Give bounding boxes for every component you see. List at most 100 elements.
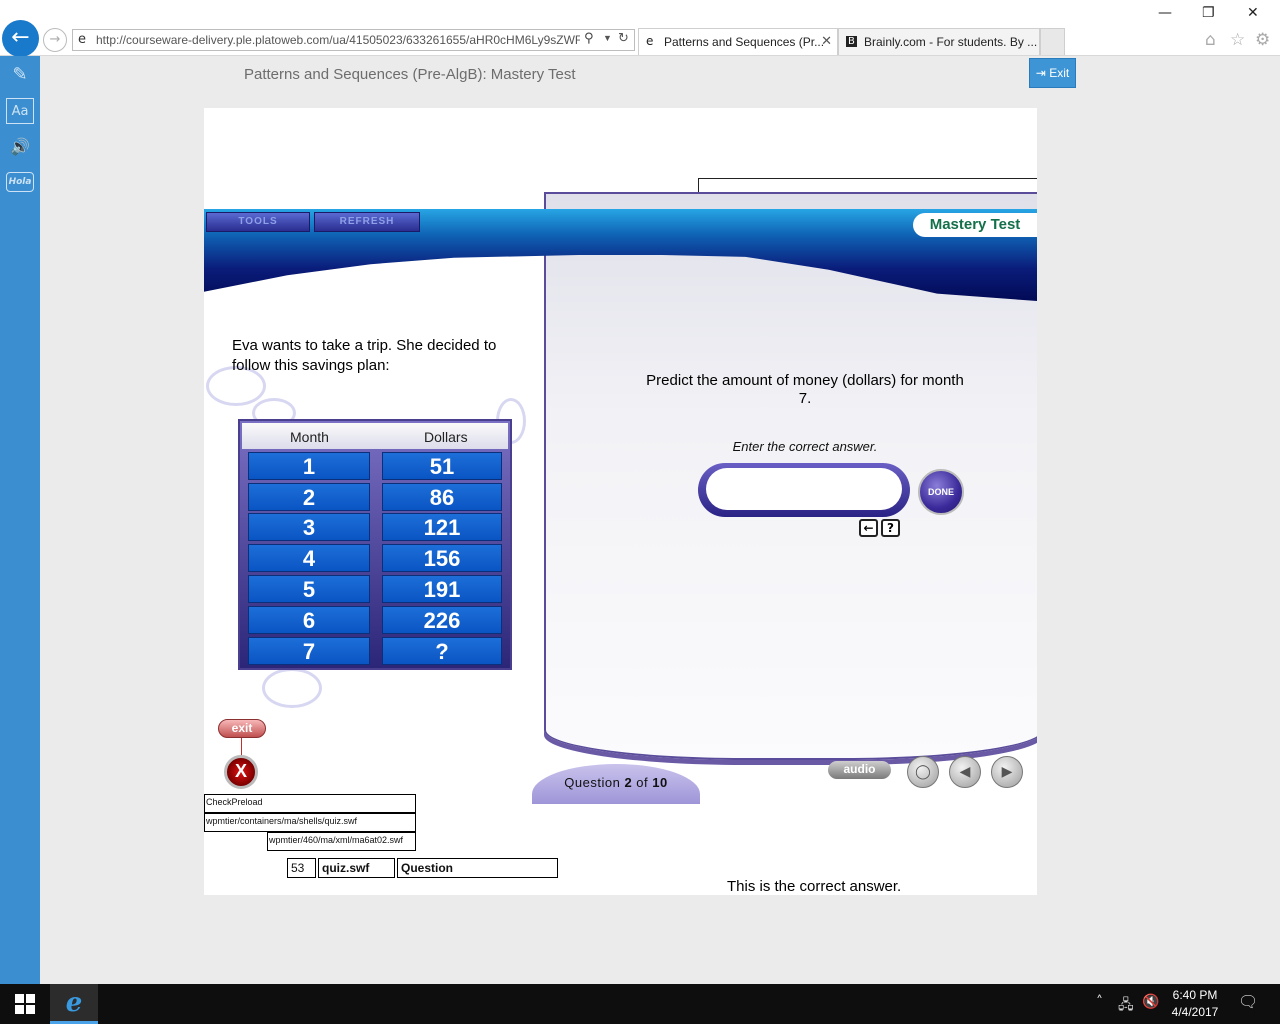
dictionary-icon[interactable]: Aa [6,98,34,124]
brainly-icon: B [846,36,857,47]
month-cell: 6 [248,605,370,634]
refresh-button[interactable]: REFRESH [314,212,420,232]
notifications-icon[interactable]: 🗨 [1238,992,1258,1014]
month-cell: 2 [248,482,370,511]
url-text: http://courseware-delivery.ple.platoweb.… [96,33,580,47]
table-row: 4 156 [244,544,506,573]
close-x-icon[interactable]: X [224,755,258,789]
restore-icon[interactable]: ❐ [1202,5,1215,21]
network-icon[interactable]: 🖧 [1118,994,1134,1018]
gear-icon[interactable]: ⚙ [1255,30,1270,50]
month-cell: 4 [248,544,370,573]
of-word: of [636,775,649,790]
table-row: 5 191 [244,574,506,603]
notes-icon[interactable]: ✎ [6,62,34,88]
page-title: Patterns and Sequences (Pre-AlgB): Maste… [244,66,576,83]
tools-sidebar: ✎ Aa 🔊 Hola [0,56,40,984]
address-bar[interactable]: e http://courseware-delivery.ple.platowe… [72,29,635,51]
tab-label: Brainly.com - For students. By ... [864,35,1038,49]
debug-line: wpmtier/460/ma/xml/ma6at02.swf [267,832,416,851]
title-bar [40,56,1280,93]
close-tab-icon[interactable]: ✕ [821,33,832,49]
month-cell: 7 [248,636,370,665]
audio-play-button[interactable]: ◯ [907,756,939,788]
exit-label: Exit [1049,66,1070,80]
month-cell: 3 [248,513,370,542]
debug-line: wpmtier/containers/ma/shells/quiz.swf [204,813,416,832]
windows-taskbar [0,984,1280,1024]
dollars-cell: 86 [382,482,502,511]
ie-page-icon: e [78,32,86,47]
tab-brainly[interactable]: B Brainly.com - For students. By ... [838,28,1040,55]
volume-muted-icon[interactable]: 🔇 [1142,994,1159,1010]
dollars-cell: 226 [382,605,502,634]
read-aloud-icon[interactable]: 🔊 [6,134,34,160]
forward-button[interactable]: → [43,28,67,52]
debug-number: 53 [287,858,316,878]
answer-input[interactable] [706,468,902,510]
dollars-cell: ? [382,636,502,665]
exit-connector [241,738,242,756]
table-row: 6 226 [244,605,506,634]
tab-patterns-sequences[interactable]: e Patterns and Sequences (Pr... ✕ [638,28,838,55]
internet-explorer-icon[interactable]: e [50,984,98,1024]
exit-activity-button[interactable]: exit [218,719,266,738]
chevron-up-icon[interactable]: ˄ [1096,994,1103,1010]
question-word: Question [564,775,621,790]
close-window-icon[interactable]: ✕ [1247,5,1259,21]
windows-start-icon[interactable] [15,994,35,1014]
dollars-cell: 156 [382,544,502,573]
backspace-icon[interactable]: ← [859,519,878,537]
dollars-header: Dollars [424,429,468,445]
hola-translate-icon[interactable]: Hola [6,172,34,192]
table-row: 2 86 [244,482,506,511]
search-icon[interactable]: ⚲ [584,31,594,46]
problem-text: Eva wants to take a trip. She decided to… [232,337,497,374]
debug-line: CheckPreload [204,794,416,813]
triangle-right-icon: ▶ [1001,764,1013,780]
back-button[interactable]: ← [2,20,39,57]
home-icon[interactable]: ⌂ [1205,30,1216,50]
browser-chrome: ← → e http://courseware-delivery.ple.pla… [0,0,1280,57]
swirl-decoration [262,668,322,708]
question-number: 2 [624,775,633,790]
audio-button[interactable]: audio [828,761,891,779]
instruction-text: Enter the correct answer. [732,439,878,454]
exit-door-icon: ⇥ [1035,66,1046,80]
minimize-icon[interactable]: — [1158,5,1172,21]
tools-button[interactable]: TOOLS [206,212,310,232]
triangle-left-icon: ◀ [959,764,971,780]
dollars-cell: 191 [382,574,502,603]
month-header: Month [290,429,329,445]
tab-label: Patterns and Sequences (Pr... [664,35,825,49]
dollars-cell: 51 [382,451,502,480]
dollars-cell: 121 [382,513,502,542]
new-tab-button[interactable] [1040,28,1065,55]
feedback-text: This is the correct answer. [727,878,902,895]
activity-frame: TOOLS REFRESH Mastery Test Eva wants to … [204,108,1037,895]
chevron-down-icon[interactable]: ▼ [603,33,612,43]
previous-button[interactable]: ◀ [949,756,981,788]
question-text: Predict the amount of money (dollars) fo… [646,372,964,407]
exit-button[interactable]: ⇥ Exit [1029,58,1076,88]
debug-file: quiz.swf [318,858,395,878]
ie-tab-icon: e [646,34,654,48]
next-button[interactable]: ▶ [991,756,1023,788]
table-row: 1 51 [244,451,506,480]
question-counter: Question 2 of 10 [532,764,700,804]
star-icon[interactable]: ☆ [1230,30,1245,50]
arrow-right-icon: → [49,32,61,47]
question-total: 10 [652,775,668,790]
refresh-icon[interactable]: ↻ [618,31,629,46]
month-cell: 5 [248,574,370,603]
savings-table: Month Dollars 1 51 2 86 3 121 4 156 5 191 6 22… [238,419,512,670]
clock-time: 6:40 PM [1172,988,1218,1002]
mastery-test-badge: Mastery Test [913,213,1037,237]
debug-type: Question [397,858,558,878]
help-icon[interactable]: ? [881,519,900,537]
arrow-left-icon: ← [11,25,30,50]
table-row: 3 121 [244,513,506,542]
system-clock[interactable]: 6:40 PM 4/4/2017 [1160,987,1230,1021]
done-button[interactable]: DONE [918,469,964,515]
clock-date: 4/4/2017 [1171,1005,1219,1019]
